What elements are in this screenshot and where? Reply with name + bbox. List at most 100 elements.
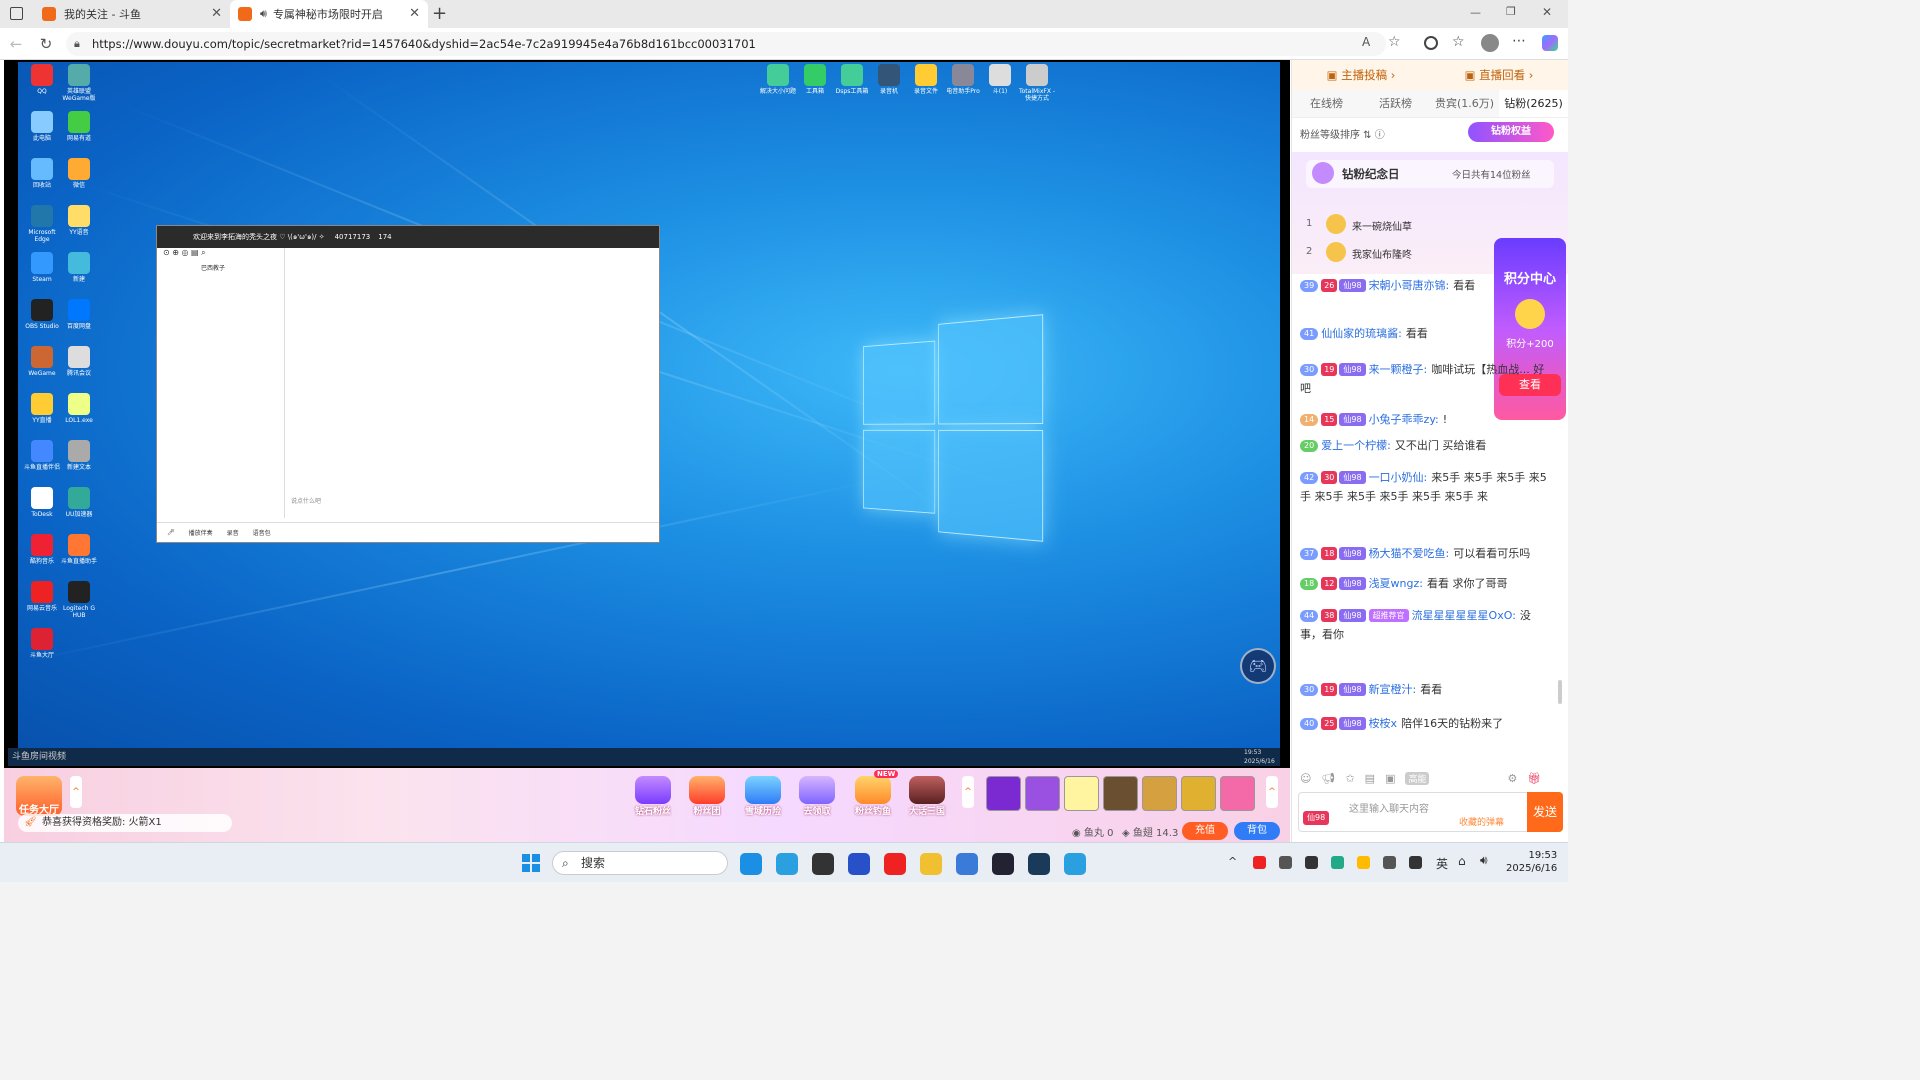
tab-vip[interactable]: 贵宾(1.6万) <box>1430 90 1499 117</box>
taskbar-app-icon[interactable] <box>956 853 978 875</box>
desktop-icon[interactable]: 网易云音乐 <box>22 581 62 612</box>
tab-my-follow[interactable]: 我的关注 - 斗鱼 ✕ <box>34 0 230 28</box>
chat-username[interactable]: 桉桉x <box>1369 717 1398 730</box>
restore-window-button[interactable]: ❐ <box>1506 5 1516 18</box>
copilot-icon[interactable] <box>1542 35 1558 51</box>
gift-scroll-left-icon[interactable]: ^ <box>962 776 974 808</box>
desktop-icon[interactable]: UU加速器 <box>59 487 99 518</box>
fan-badge-selector[interactable]: 仙98 <box>1303 811 1330 825</box>
desktop-icon[interactable]: 斗鱼大厅 <box>22 628 62 659</box>
chat-style-icon[interactable]: ▤ <box>1365 772 1375 785</box>
ime-indicator[interactable]: 英 <box>1436 855 1448 872</box>
task-hall-button[interactable]: 任务大厅 <box>16 776 62 816</box>
taskbar-app-icon[interactable] <box>848 853 870 875</box>
hot-word-button[interactable]: 高能 <box>1405 771 1430 785</box>
tab-online[interactable]: 在线榜 <box>1292 90 1361 117</box>
desktop-icon[interactable]: WeGame <box>22 346 62 377</box>
send-button[interactable]: 发送 <box>1527 792 1563 832</box>
tray-icon[interactable] <box>1305 856 1318 869</box>
desktop-icon[interactable]: 斗(1) <box>980 64 1020 95</box>
backpack-item[interactable] <box>1220 776 1255 811</box>
chat-mode-icon[interactable]: ▣ <box>1385 772 1395 785</box>
desktop-icon[interactable]: Steam <box>22 252 62 283</box>
tray-icon[interactable] <box>1253 856 1266 869</box>
close-window-button[interactable]: ✕ <box>1542 5 1552 19</box>
chat-username[interactable]: 仙仙家的琉璃酱: <box>1321 327 1402 340</box>
chat-username[interactable]: 浅夏wngz: <box>1369 577 1423 590</box>
desktop-icon[interactable]: 英雄联盟WeGame版 <box>59 64 99 102</box>
taskbar-app-icon[interactable] <box>992 853 1014 875</box>
video-player[interactable]: QQ 英雄联盟WeGame版 此电脑 网易有道 回收站 微信 Microsoft Edge Y… <box>4 60 1290 768</box>
taskbar-app-icon[interactable] <box>740 853 762 875</box>
tray-icon[interactable] <box>1409 856 1422 869</box>
tab-diamond[interactable]: 钻粉(2625) <box>1499 90 1568 117</box>
network-icon[interactable]: ⌂ <box>1458 854 1466 868</box>
rank-name[interactable]: 我家仙布隆咚 <box>1352 246 1412 261</box>
desktop-icon[interactable]: 微信 <box>59 158 99 189</box>
desktop-icon[interactable]: 斗鱼直播助手 <box>59 534 99 565</box>
desktop-icon[interactable]: QQ <box>22 64 62 95</box>
tray-icon[interactable] <box>1383 856 1396 869</box>
rank-sort-label[interactable]: 粉丝等级排序 ⇅ ⓘ <box>1300 126 1385 141</box>
gift-mini-icon[interactable]: 🎁︎ <box>1527 772 1541 785</box>
chat-username[interactable]: 新宣橙汁: <box>1369 683 1417 696</box>
gift-item[interactable]: 粉丝钓鱼 NEW <box>850 770 899 817</box>
new-tab-button[interactable]: + <box>432 3 447 24</box>
taskbar-app-icon[interactable] <box>776 853 798 875</box>
desktop-icon[interactable]: Microsoft Edge <box>22 205 62 243</box>
badge-icon[interactable]: ✩ <box>1345 772 1354 785</box>
gift-item[interactable]: 雪域历险 <box>740 776 786 817</box>
taskbar-app-icon[interactable] <box>812 853 834 875</box>
read-aloud-icon[interactable]: A <box>1362 35 1370 49</box>
taskbar-app-icon[interactable] <box>1064 853 1086 875</box>
gift-scroll-right-icon[interactable]: ^ <box>1266 776 1278 808</box>
close-tab-icon[interactable]: ✕ <box>211 6 222 21</box>
desktop-icon[interactable]: 百度网盘 <box>59 299 99 330</box>
backpack-item[interactable] <box>1025 776 1060 811</box>
backpack-item[interactable] <box>986 776 1021 811</box>
taskbar-clock[interactable]: 19:53 2025/6/16 <box>1506 849 1557 875</box>
anchor-submit-link[interactable]: ▣ 主播投稿 › <box>1292 60 1430 90</box>
favorite-star-icon[interactable]: ☆ <box>1388 34 1401 50</box>
desktop-icon[interactable]: 网易有道 <box>59 111 99 142</box>
emoji-icon[interactable]: ☺ <box>1300 772 1311 785</box>
tray-overflow-icon[interactable]: ^ <box>1228 855 1237 868</box>
back-icon[interactable]: ← <box>6 34 26 54</box>
favorites-icon[interactable]: ☆ <box>1452 34 1465 50</box>
tray-icon[interactable] <box>1331 856 1344 869</box>
reload-icon[interactable]: ↻ <box>36 34 56 54</box>
desktop-icon[interactable]: YY直播 <box>22 393 62 424</box>
address-bar[interactable]: 🔒︎ https://www.douyu.com/topic/secretmar… <box>66 32 1401 56</box>
chat-username[interactable]: 一口小奶仙: <box>1369 471 1428 484</box>
desktop-icon[interactable]: 录音机 <box>869 64 909 95</box>
gift-item[interactable]: 粉丝团 <box>684 776 730 817</box>
chat-input-box[interactable]: 仙98 这里输入聊天内容 收藏的弹幕 发送 <box>1298 792 1563 832</box>
site-info-icon[interactable]: 🔒︎ <box>74 37 80 51</box>
desktop-icon[interactable]: 电音助手Pro <box>943 64 983 95</box>
extension-icon[interactable] <box>1424 36 1438 50</box>
backpack-button[interactable]: 背包 <box>1234 822 1280 840</box>
minimize-window-button[interactable]: — <box>1470 6 1481 19</box>
desktop-icon[interactable]: 录音文件 <box>906 64 946 95</box>
chat-username[interactable]: 宋朝小哥唐亦锦: <box>1369 279 1450 292</box>
saved-danmaku-link[interactable]: 收藏的弹幕 <box>1459 815 1504 828</box>
desktop-icon[interactable]: 工具箱 <box>795 64 835 95</box>
desktop-icon[interactable]: OBS Studio <box>22 299 62 330</box>
rank-name[interactable]: 来一碗烧仙草 <box>1352 218 1412 233</box>
tab-actions-icon[interactable] <box>10 7 23 20</box>
tray-icon[interactable] <box>1279 856 1292 869</box>
horn-icon[interactable]: 📢︎ <box>1321 772 1335 785</box>
desktop-icon[interactable]: TotalMixFX - 快捷方式 <box>1017 64 1057 102</box>
backpack-item[interactable] <box>1142 776 1177 811</box>
desktop-icon[interactable]: 新建 <box>59 252 99 283</box>
speaker-icon[interactable]: 🔊︎ <box>260 7 267 21</box>
start-button[interactable] <box>522 854 540 872</box>
replay-link[interactable]: ▣ 直播回看 › <box>1430 60 1568 90</box>
tab-active[interactable]: 活跃榜 <box>1361 90 1430 117</box>
desktop-icon[interactable]: 回收站 <box>22 158 62 189</box>
gift-item[interactable]: 大话三国 <box>904 776 950 817</box>
tab-secret-market[interactable]: 🔊︎ 专属神秘市场限时开启 ✕ <box>230 0 428 28</box>
chat-username[interactable]: 流星星星星星星OxO: <box>1412 609 1516 622</box>
chat-username[interactable]: 来一颗橙子: <box>1369 363 1428 376</box>
backpack-item[interactable] <box>1064 776 1099 811</box>
